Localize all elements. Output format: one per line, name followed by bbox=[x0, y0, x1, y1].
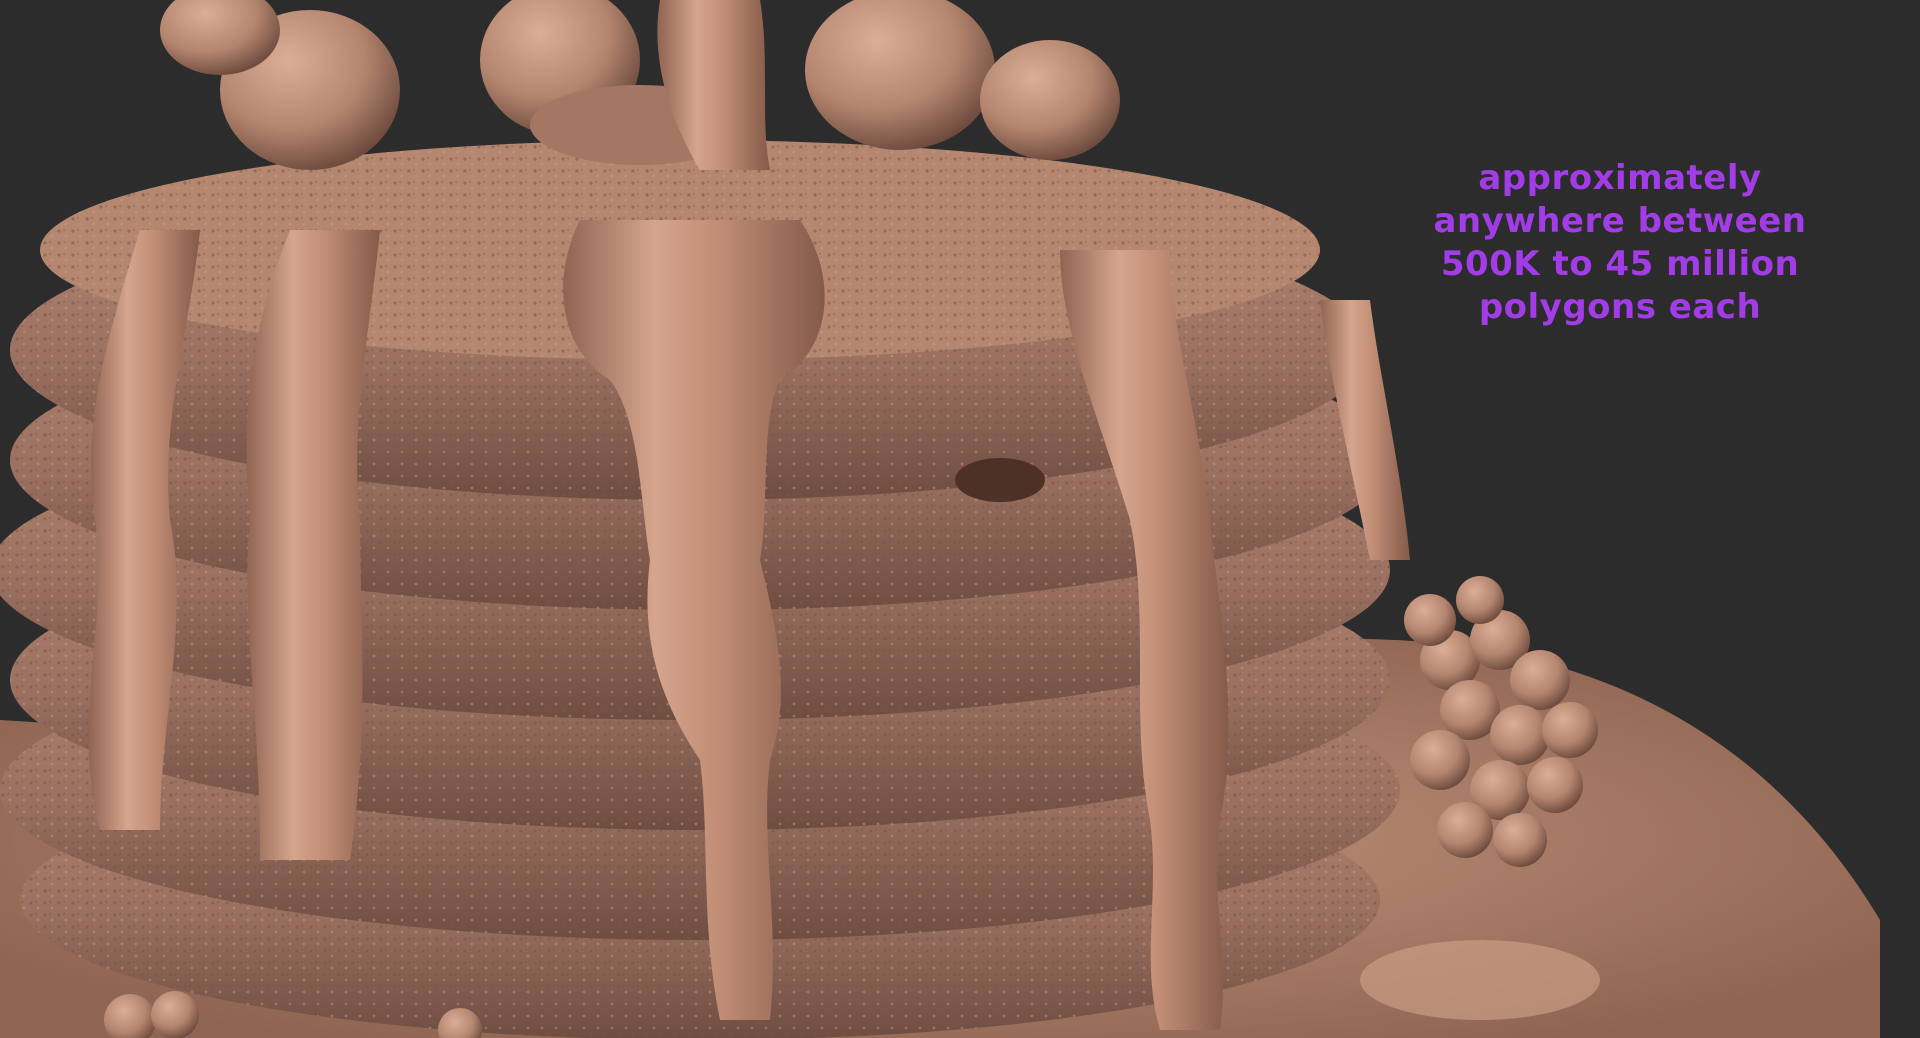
sculpt-viewport: approximately anywhere between 500K to 4… bbox=[0, 0, 1920, 1038]
polygon-count-caption: approximately anywhere between 500K to 4… bbox=[1410, 157, 1830, 329]
caption-line-3: 500K to 45 million bbox=[1440, 244, 1800, 284]
sculpt-render bbox=[0, 0, 1880, 1038]
caption-line-4: polygons each bbox=[1478, 287, 1762, 327]
caption-line-1: approximately bbox=[1478, 158, 1762, 198]
caption-line-2: anywhere between bbox=[1433, 201, 1807, 241]
